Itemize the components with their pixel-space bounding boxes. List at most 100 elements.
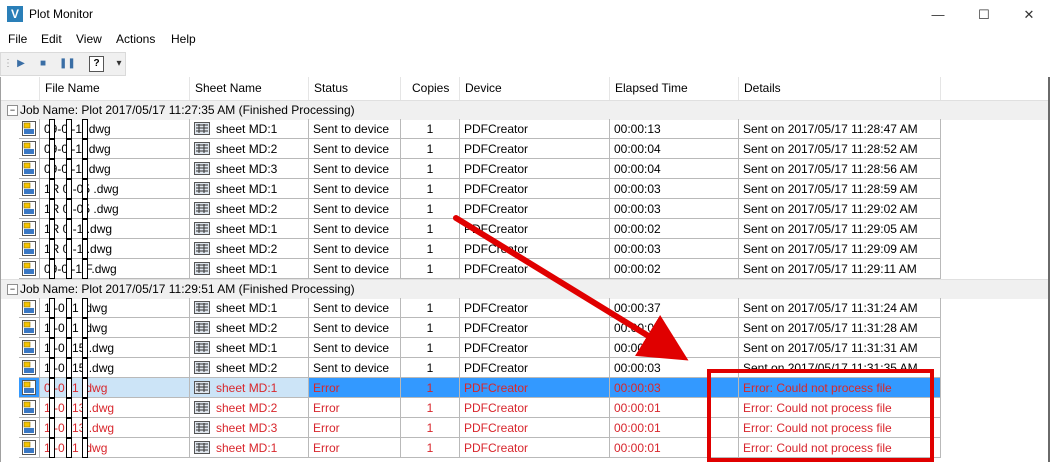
cell-file-name: 09-0 -1 .dwg bbox=[40, 139, 190, 159]
cell-sheet-name: sheet MD:1 bbox=[190, 298, 309, 318]
play-icon[interactable]: ▶ bbox=[13, 56, 29, 72]
cell-elapsed-time: 00:00:03 bbox=[610, 239, 739, 259]
table-row[interactable]: 1 -0 -1 .dwg sheet MD:2 Sent to device 1 PDF… bbox=[1, 318, 1048, 338]
cell-copies: 1 bbox=[401, 378, 460, 398]
redaction-bar bbox=[49, 318, 55, 338]
menu-view[interactable]: View bbox=[76, 32, 102, 46]
cell-device: PDFCreator bbox=[460, 239, 610, 259]
header-details[interactable]: Details bbox=[739, 77, 941, 100]
redaction-bar bbox=[49, 119, 55, 139]
cell-device: PDFCreator bbox=[460, 179, 610, 199]
collapse-toggle-icon[interactable]: − bbox=[7, 284, 18, 295]
menu-actions[interactable]: Actions bbox=[116, 32, 155, 46]
cell-sheet-name: sheet MD:2 bbox=[190, 398, 309, 418]
cell-sheet-name: sheet MD:1 bbox=[190, 179, 309, 199]
header-copies[interactable]: Copies bbox=[401, 77, 460, 100]
redaction-bar bbox=[66, 199, 72, 219]
header-file-name[interactable]: File Name bbox=[40, 77, 190, 100]
minimize-button[interactable]: — bbox=[915, 0, 961, 29]
menu-file[interactable]: File bbox=[8, 32, 27, 46]
sheet-icon bbox=[194, 361, 216, 375]
close-button[interactable]: ✕ bbox=[1006, 0, 1052, 29]
cell-file-name: 1 -0 -15 .dwg bbox=[40, 358, 190, 378]
cell-device: PDFCreator bbox=[460, 398, 610, 418]
table-row[interactable]: 09-0 -1 .dwg sheet MD:2 Sent to device 1 PDF… bbox=[1, 139, 1048, 159]
redaction-bar bbox=[82, 159, 88, 179]
redaction-bar bbox=[82, 338, 88, 358]
toolbar: ⋮ ▶ ■ ❚❚ ? ▾ bbox=[0, 52, 126, 76]
cell-device: PDFCreator bbox=[460, 159, 610, 179]
cell-copies: 1 bbox=[401, 318, 460, 338]
header-device[interactable]: Device bbox=[460, 77, 610, 100]
menu-edit[interactable]: Edit bbox=[41, 32, 62, 46]
sheet-name-text: sheet MD:1 bbox=[216, 301, 278, 315]
table-row[interactable]: 09-0 -1 .dwg sheet MD:3 Sent to device 1 PDF… bbox=[1, 159, 1048, 179]
table-row[interactable]: 1 -0 -1 .dwg sheet MD:1 Sent to device 1 PDF… bbox=[1, 298, 1048, 318]
menu-help[interactable]: Help bbox=[171, 32, 196, 46]
redaction-bar bbox=[66, 219, 72, 239]
redaction-bar bbox=[82, 259, 88, 279]
cell-elapsed-time: 00:00:02 bbox=[610, 219, 739, 239]
help-icon[interactable]: ? bbox=[89, 56, 104, 72]
table-row[interactable]: 1 -0 -15 .dwg sheet MD:1 Sent to device 1 PD… bbox=[1, 338, 1048, 358]
cell-status: Sent to device bbox=[309, 179, 401, 199]
table-row[interactable]: 1R 0 -05 .dwg sheet MD:2 Sent to device1PD… bbox=[1, 199, 1048, 219]
cell-copies: 1 bbox=[401, 259, 460, 279]
cell-copies: 1 bbox=[401, 418, 460, 438]
cell-copies: 1 bbox=[401, 139, 460, 159]
cell-file-name: 1 -0 -15 .dwg bbox=[40, 338, 190, 358]
menu-bar: File Edit View Actions Help bbox=[0, 29, 1052, 51]
file-icon bbox=[19, 219, 40, 239]
table-row[interactable]: 09-0 -1 .dwg sheet MD:1 Sent to device 1 PDF… bbox=[1, 119, 1048, 139]
cell-details: Sent on 2017/05/17 11:28:47 AM bbox=[739, 119, 941, 139]
sheet-name-text: sheet MD:2 bbox=[216, 202, 278, 216]
pause-icon[interactable]: ❚❚ bbox=[59, 56, 76, 72]
file-icon bbox=[19, 139, 40, 159]
sheet-icon bbox=[194, 421, 216, 435]
redaction-bar bbox=[66, 119, 72, 139]
sheet-icon bbox=[194, 162, 216, 176]
header-sheet-name[interactable]: Sheet Name bbox=[190, 77, 309, 100]
cell-file-name: 0 -0 -1 .dwg bbox=[40, 378, 190, 398]
cell-elapsed-time: 00:00:04 bbox=[610, 139, 739, 159]
cell-device: PDFCreator bbox=[460, 358, 610, 378]
file-icon bbox=[19, 358, 40, 378]
table-row[interactable]: 1R 0 -1 .dwg sheet MD:1 Sent to device 1 PDF… bbox=[1, 219, 1048, 239]
collapse-toggle-icon[interactable]: − bbox=[7, 105, 18, 116]
sheet-icon bbox=[194, 341, 216, 355]
cell-copies: 1 bbox=[401, 179, 460, 199]
redaction-bar bbox=[82, 358, 88, 378]
sheet-name-text: sheet MD:2 bbox=[216, 401, 278, 415]
sheet-icon bbox=[194, 182, 216, 196]
cell-status: Sent to device bbox=[309, 219, 401, 239]
cell-details: Sent on 2017/05/17 11:28:52 AM bbox=[739, 139, 941, 159]
stop-icon[interactable]: ■ bbox=[35, 56, 51, 72]
job-group-header[interactable]: − Job Name: Plot 2017/05/17 11:27:35 AM (… bbox=[1, 100, 1048, 120]
sheet-name-text: sheet MD:2 bbox=[216, 242, 278, 256]
overflow-icon[interactable]: ▾ bbox=[111, 56, 127, 72]
cell-status: Sent to device bbox=[309, 259, 401, 279]
redaction-bar bbox=[82, 179, 88, 199]
cell-copies: 1 bbox=[401, 398, 460, 418]
maximize-button[interactable]: ☐ bbox=[961, 0, 1007, 29]
redaction-bar bbox=[66, 179, 72, 199]
cell-device: PDFCreator bbox=[460, 119, 610, 139]
redaction-bar bbox=[49, 199, 55, 219]
header-status[interactable]: Status bbox=[309, 77, 401, 100]
cell-copies: 1 bbox=[401, 119, 460, 139]
cell-device: PDFCreator bbox=[460, 418, 610, 438]
table-row[interactable]: 09-0 -1 F.dwg sheet MD:1 Sent to device 1 PD… bbox=[1, 259, 1048, 279]
sheet-icon bbox=[194, 381, 216, 395]
file-icon bbox=[19, 179, 40, 199]
job-group-header[interactable]: − Job Name: Plot 2017/05/17 11:29:51 AM (… bbox=[1, 279, 1048, 299]
cell-file-name: 1R 0 -1 .dwg bbox=[40, 219, 190, 239]
redaction-bar bbox=[49, 259, 55, 279]
header-elapsed-time[interactable]: Elapsed Time bbox=[610, 77, 739, 100]
table-row[interactable]: 1R 0 -05 .dwg sheet MD:1 Sent to device1PD… bbox=[1, 179, 1048, 199]
title-bar: V Plot Monitor — ☐ ✕ bbox=[0, 0, 1052, 29]
redaction-bar bbox=[49, 159, 55, 179]
sheet-name-text: sheet MD:2 bbox=[216, 142, 278, 156]
redaction-bar bbox=[82, 318, 88, 338]
table-row[interactable]: 1R 0 -1 .dwg sheet MD:2 Sent to device 1 PDF… bbox=[1, 239, 1048, 259]
cell-status: Sent to device bbox=[309, 338, 401, 358]
